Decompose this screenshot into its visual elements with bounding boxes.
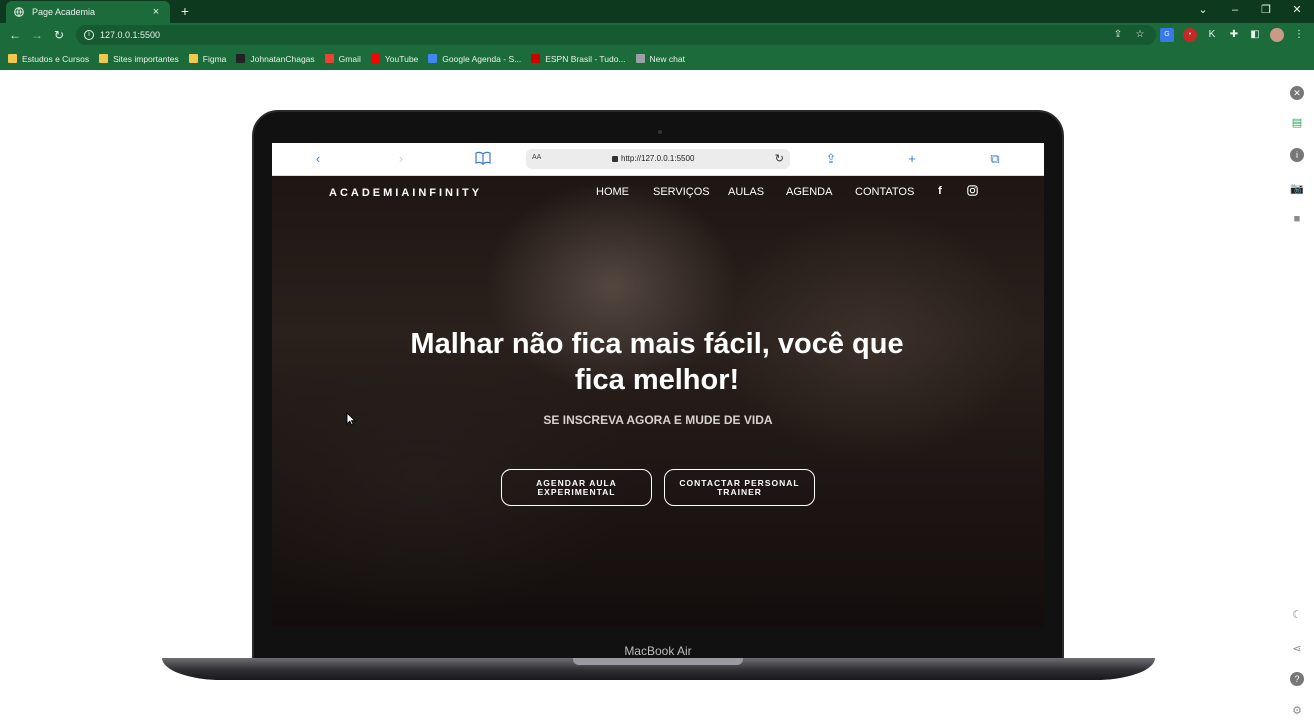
safari-toolbar: ‹ › AA http://127.0.0.1:5500 ↻ ⇪ + ⧉ (272, 143, 1044, 176)
nav-aulas[interactable]: AULAS (728, 186, 764, 198)
bookmark-item[interactable]: Google Agenda - S... (428, 54, 521, 64)
bookmark-item[interactable]: ESPN Brasil - Tudo... (531, 53, 626, 64)
nav-servicos[interactable]: SERVIÇOS (653, 186, 710, 198)
extension-k-icon[interactable]: K (1205, 28, 1219, 42)
macbook-label: MacBook Air (624, 644, 692, 658)
lock-icon (612, 156, 618, 162)
macbook-screen: ‹ › AA http://127.0.0.1:5500 ↻ ⇪ + ⧉ ACA… (272, 143, 1044, 627)
bookmarks-bar: Estudos e Cursos Sites importantes Figma Jo… (0, 47, 1314, 70)
reload-icon[interactable]: ↻ (51, 27, 67, 43)
macbook-lid: ‹ › AA http://127.0.0.1:5500 ↻ ⇪ + ⧉ ACA… (252, 110, 1064, 662)
webcam (658, 130, 662, 134)
device-layout-icon[interactable]: ▤ (1290, 116, 1304, 130)
close-window-button[interactable]: ✕ (1286, 2, 1308, 18)
nav-home[interactable]: HOME (596, 186, 629, 198)
youtube-icon (370, 54, 380, 63)
address-bar[interactable]: i 127.0.0.1:5500 (76, 25, 1156, 45)
macbook-notch (573, 658, 743, 665)
github-icon (236, 54, 246, 63)
translate-extension-icon[interactable]: G (1160, 28, 1174, 42)
share-icon[interactable]: ⇪ (1111, 28, 1125, 42)
bookmark-item[interactable]: Estudos e Cursos (8, 54, 89, 64)
menu-kebab-icon[interactable]: ⋮ (1292, 28, 1306, 42)
safari-reload-icon[interactable]: ↻ (775, 152, 784, 165)
folder-icon (188, 54, 198, 63)
bookmark-label: YouTube (384, 53, 419, 64)
chatgpt-icon (635, 54, 645, 63)
espn-icon (531, 54, 541, 63)
nav-agenda[interactable]: AGENDA (786, 186, 832, 198)
help-icon[interactable]: ? (1290, 672, 1304, 686)
facebook-icon[interactable]: f (933, 185, 947, 197)
site-logo[interactable]: ACADEMIAINFINITY (329, 187, 482, 199)
video-camera-icon[interactable]: ■ (1290, 212, 1304, 226)
page-content: ✕ ▤ i 📷 ■ ☾ ⋖ ? ⚙ ‹ › AA http://127.0.0.… (0, 70, 1314, 720)
close-circle-icon[interactable]: ✕ (1290, 86, 1304, 100)
forward-arrow-icon[interactable]: → (29, 27, 45, 43)
bookmark-label: JohnatanChagas (250, 53, 315, 64)
macbook-base (162, 658, 1155, 680)
share-network-icon[interactable]: ⋖ (1290, 642, 1304, 656)
academia-website: ACADEMIAINFINITY HOME SERVIÇOS AULAS AGE… (272, 176, 1044, 627)
bookmark-item[interactable]: Gmail (324, 53, 361, 64)
safari-back-icon[interactable]: ‹ (310, 151, 326, 167)
reader-aa-button[interactable]: AA (532, 154, 541, 161)
schedule-trial-class-button[interactable]: AGENDAR AULA EXPERIMENTAL (501, 469, 652, 506)
minimize-button[interactable]: – (1224, 2, 1246, 18)
bookmark-item[interactable]: Figma (188, 53, 227, 64)
back-arrow-icon[interactable]: ← (7, 27, 23, 43)
bookmark-label: Gmail (338, 53, 361, 64)
bookmark-item[interactable]: YouTube (370, 53, 419, 64)
safari-forward-icon[interactable]: › (393, 151, 409, 167)
puzzle-extensions-icon[interactable]: ✚ (1227, 28, 1241, 42)
browser-toolbar: ← → ↻ i 127.0.0.1:5500 ⇪ ☆ G • K ✚ ◧ ⋮ (0, 23, 1314, 47)
safari-share-icon[interactable]: ⇪ (823, 151, 839, 167)
info-icon[interactable]: i (1290, 148, 1304, 162)
bookmark-label: ESPN Brasil - Tudo... (545, 53, 626, 64)
address-url[interactable]: 127.0.0.1:5500 (100, 30, 1148, 40)
instagram-icon[interactable] (965, 185, 979, 199)
site-info-icon[interactable]: i (84, 30, 94, 40)
bookmark-label: Estudos e Cursos (22, 53, 90, 64)
gmail-icon (324, 54, 334, 63)
tab-search-icon[interactable]: ⌄ (1192, 2, 1214, 18)
bookmark-label: Google Agenda - S... (442, 53, 522, 64)
tab-page-academia[interactable]: Page Academia × (6, 1, 170, 23)
safari-tabs-icon[interactable]: ⧉ (987, 151, 1003, 167)
extension-red-icon[interactable]: • (1183, 28, 1197, 42)
tab-close-icon[interactable]: × (150, 6, 162, 18)
camera-icon[interactable]: 📷 (1290, 182, 1304, 196)
restore-button[interactable]: ❐ (1255, 2, 1277, 18)
safari-address-bar[interactable]: AA http://127.0.0.1:5500 ↻ (526, 149, 790, 169)
new-tab-button[interactable]: + (177, 3, 193, 19)
folder-icon (99, 54, 109, 63)
bookmark-label: Sites importantes (113, 53, 179, 64)
folder-icon (8, 54, 17, 63)
bookmark-star-icon[interactable]: ☆ (1133, 28, 1147, 42)
bookmark-label: New chat (649, 53, 685, 64)
calendar-icon (428, 54, 438, 63)
settings-gear-icon[interactable]: ⚙ (1290, 704, 1304, 718)
hero-title: Malhar não fica mais fácil, você que fic… (410, 328, 904, 396)
bookmark-label: Figma (202, 53, 227, 64)
browser-tab-bar: Page Academia × + ⌄ – ❐ ✕ (0, 0, 1314, 23)
mouse-cursor-icon (346, 412, 356, 426)
nav-contatos[interactable]: CONTATOS (855, 186, 914, 198)
bookmark-item[interactable]: Sites importantes (99, 54, 179, 64)
moon-icon[interactable]: ☾ (1290, 608, 1304, 622)
hero-subtitle: SE INSCREVA AGORA E MUDE DE VIDA (543, 413, 773, 427)
safari-bookmarks-icon[interactable] (475, 151, 491, 167)
side-panel-icon[interactable]: ◧ (1248, 28, 1262, 42)
globe-icon (14, 7, 24, 17)
safari-url[interactable]: http://127.0.0.1:5500 (612, 154, 694, 163)
contact-personal-trainer-button[interactable]: CONTACTAR PERSONAL TRAINER (664, 469, 815, 506)
bookmark-item[interactable]: JohnatanChagas (236, 53, 315, 64)
tab-title: Page Academia (32, 7, 96, 17)
bookmark-item[interactable]: New chat (635, 53, 685, 64)
safari-new-tab-icon[interactable]: + (904, 151, 920, 167)
profile-avatar[interactable] (1270, 28, 1284, 42)
safari-url-text: http://127.0.0.1:5500 (621, 154, 695, 163)
